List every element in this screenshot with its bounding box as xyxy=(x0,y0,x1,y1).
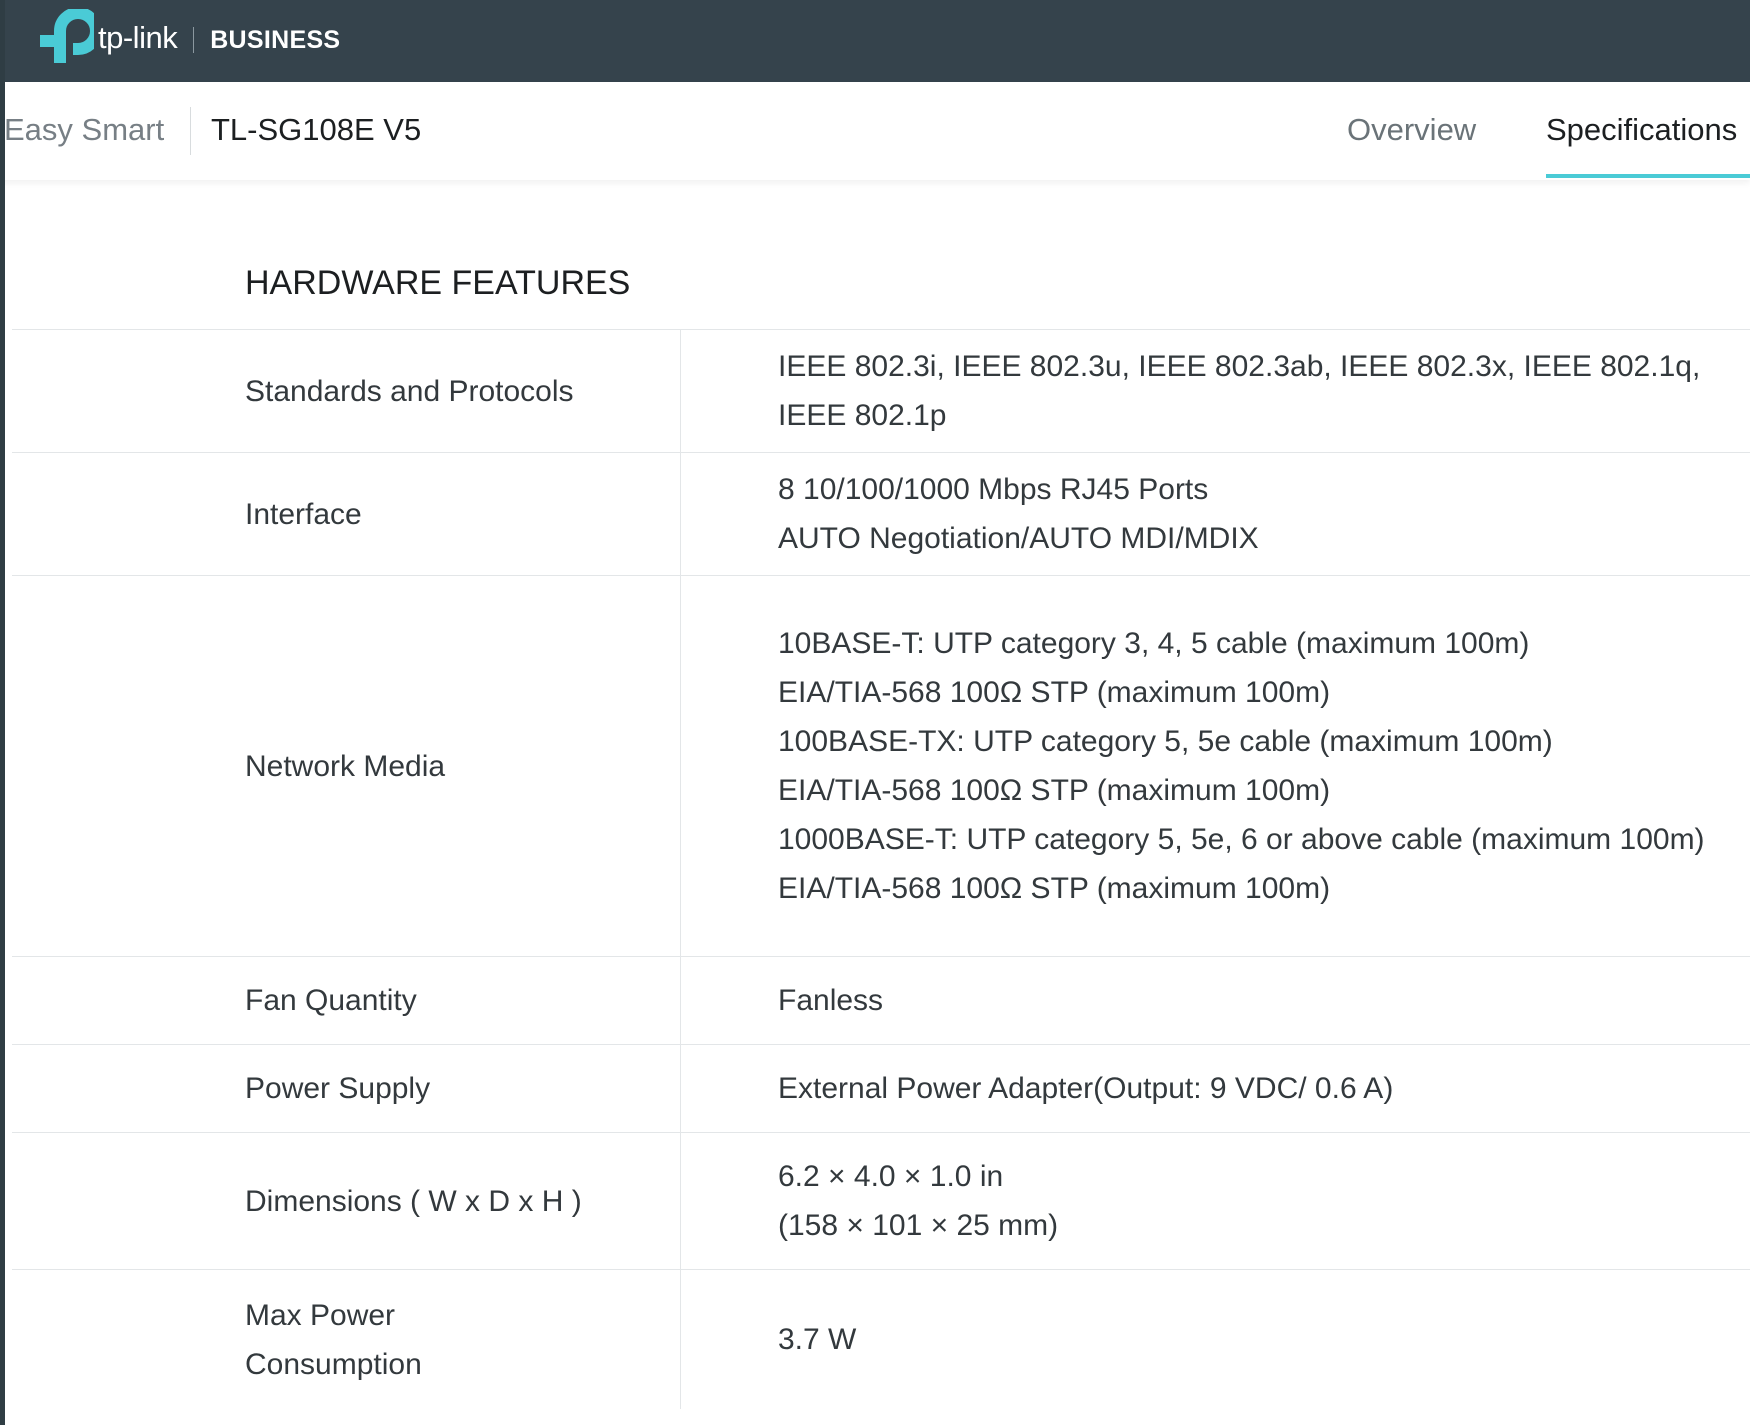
spec-value: Fanless xyxy=(681,976,1750,1025)
spec-row: Dimensions ( W x D x H ) 6.2 × 4.0 × 1.0… xyxy=(12,1132,1750,1269)
section-title: HARDWARE FEATURES xyxy=(245,264,631,302)
spec-label: Interface xyxy=(12,453,681,575)
spec-row: Standards and Protocols IEEE 802.3i, IEE… xyxy=(12,329,1750,452)
spec-value: 3.7 W xyxy=(681,1315,1750,1364)
spec-value-line: 8 10/100/1000 Mbps RJ45 Ports xyxy=(778,473,1209,506)
business-label: BUSINESS xyxy=(210,25,341,54)
spec-value-line: EIA/TIA-568 100Ω STP (maximum 100m) xyxy=(778,676,1331,709)
spec-table: Standards and Protocols IEEE 802.3i, IEE… xyxy=(12,329,1750,1409)
product-model-name: TL-SG108E V5 xyxy=(211,112,422,147)
spec-label: Power Supply xyxy=(12,1045,681,1132)
spec-value: External Power Adapter(Output: 9 VDC/ 0.… xyxy=(681,1064,1750,1113)
spec-value-line: (158 × 101 × 25 mm) xyxy=(778,1209,1059,1242)
spec-label: Fan Quantity xyxy=(12,957,681,1044)
spec-value: 8 10/100/1000 Mbps RJ45 Ports AUTO Negot… xyxy=(681,465,1750,563)
spec-row: Max Power Consumption 3.7 W xyxy=(12,1269,1750,1409)
spec-value: 6.2 × 4.0 × 1.0 in (158 × 101 × 25 mm) xyxy=(681,1152,1750,1250)
spec-value-line: External Power Adapter(Output: 9 VDC/ 0.… xyxy=(778,1072,1394,1105)
spec-value-line: EIA/TIA-568 100Ω STP (maximum 100m) xyxy=(778,872,1331,905)
spec-label: Dimensions ( W x D x H ) xyxy=(12,1133,681,1269)
spec-label: Standards and Protocols xyxy=(12,330,681,452)
subnav-divider xyxy=(190,107,191,155)
spec-label: Network Media xyxy=(12,576,681,956)
tp-link-logo-icon xyxy=(40,9,94,63)
spec-value-line: EIA/TIA-568 100Ω STP (maximum 100m) xyxy=(778,774,1331,807)
product-series-link[interactable]: Easy Smart xyxy=(4,112,164,148)
tab-specifications[interactable]: Specifications xyxy=(1546,112,1737,148)
spec-value-line: 10BASE-T: UTP category 3, 4, 5 cable (ma… xyxy=(778,627,1530,660)
spec-label-text: Max Power Consumption xyxy=(245,1298,422,1381)
brand-wordmark: tp-link xyxy=(98,20,178,55)
top-header: tp-link BUSINESS xyxy=(0,0,1750,82)
window-left-edge xyxy=(0,0,5,1425)
spec-row: Power Supply External Power Adapter(Outp… xyxy=(12,1044,1750,1132)
spec-label: Max Power Consumption xyxy=(12,1270,681,1409)
spec-row: Network Media 10BASE-T: UTP category 3, … xyxy=(12,575,1750,956)
brand-logo[interactable]: tp-link BUSINESS xyxy=(40,6,340,70)
spec-value-line: AUTO Negotiation/AUTO MDI/MDIX xyxy=(778,522,1259,555)
spec-value: IEEE 802.3i, IEEE 802.3u, IEEE 802.3ab, … xyxy=(681,342,1750,440)
spec-value-line: 1000BASE-T: UTP category 5, 5e, 6 or abo… xyxy=(778,823,1705,856)
spec-value-line: 3.7 W xyxy=(778,1323,857,1356)
active-tab-indicator xyxy=(1546,174,1750,178)
tab-overview[interactable]: Overview xyxy=(1347,112,1476,148)
spec-value: 10BASE-T: UTP category 3, 4, 5 cable (ma… xyxy=(681,619,1750,913)
spec-value-line: Fanless xyxy=(778,984,884,1017)
spec-value-line: 100BASE-TX: UTP category 5, 5e cable (ma… xyxy=(778,725,1553,758)
spec-row: Fan Quantity Fanless xyxy=(12,956,1750,1044)
spec-value-line: IEEE 802.3i, IEEE 802.3u, IEEE 802.3ab, … xyxy=(778,350,1701,432)
product-subnav: Easy Smart TL-SG108E V5 Overview Specifi… xyxy=(0,82,1750,180)
spec-row: Interface 8 10/100/1000 Mbps RJ45 Ports … xyxy=(12,452,1750,575)
logo-divider xyxy=(193,27,195,53)
spec-value-line: 6.2 × 4.0 × 1.0 in xyxy=(778,1160,1004,1193)
